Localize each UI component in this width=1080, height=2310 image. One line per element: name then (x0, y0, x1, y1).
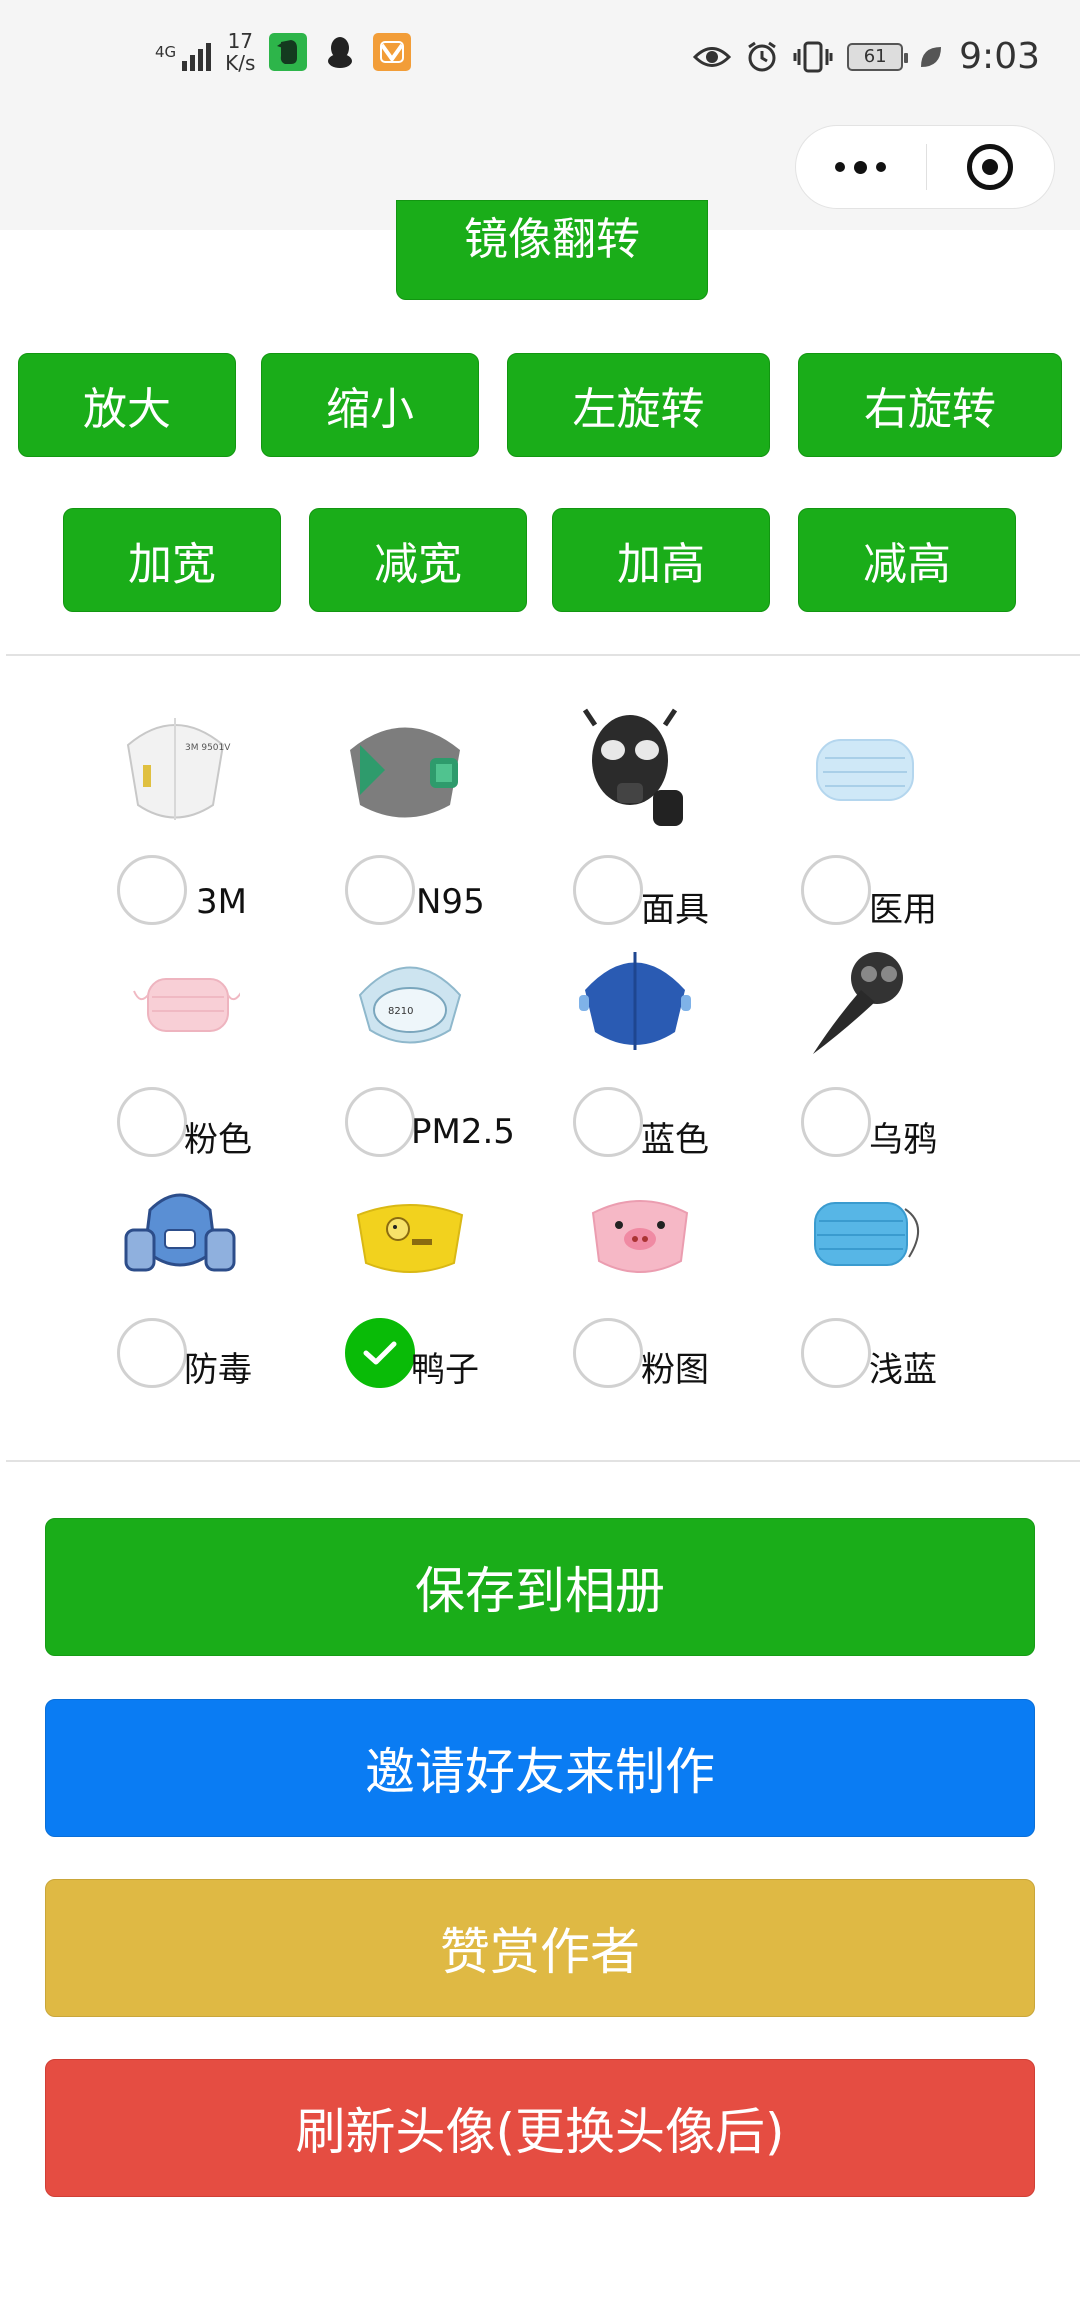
section-divider (6, 1460, 1080, 1462)
mask-label-medical: 医用 (869, 890, 937, 930)
eye-icon (693, 46, 732, 67)
speed-value: 17 (227, 29, 254, 53)
radio-blue[interactable] (573, 1087, 643, 1157)
miniprogram-capsule (795, 125, 1055, 209)
zoom-in-label: 放大 (83, 384, 171, 435)
mask-label-duck: 鸭子 (411, 1350, 479, 1390)
mask-label-light-blue: 浅蓝 (869, 1350, 937, 1390)
reward-author-button[interactable]: 赞赏作者 (45, 1879, 1035, 2017)
zoom-out-label: 缩小 (326, 384, 414, 435)
shorten-label: 减高 (863, 539, 951, 590)
mask-medical-image[interactable] (800, 705, 930, 835)
network-speed: 17 K/s (225, 30, 255, 74)
more-button[interactable] (796, 126, 926, 208)
mask-label-n95: N95 (416, 882, 485, 922)
speed-unit: K/s (225, 51, 256, 75)
mask-gas-mask-image[interactable] (570, 705, 700, 835)
close-miniprogram-button[interactable] (927, 126, 1055, 208)
radio-gas[interactable] (117, 1318, 187, 1388)
mirror-flip-label: 镜像翻转 (464, 214, 640, 265)
mask-light-blue-image[interactable] (800, 1170, 930, 1300)
target-icon (967, 144, 1014, 190)
radio-face-mask[interactable] (573, 855, 643, 925)
mask-duck-image[interactable] (345, 1170, 475, 1300)
narrow-button[interactable]: 减宽 (309, 508, 527, 612)
weibo-app-icon (373, 33, 412, 71)
radio-pig[interactable] (573, 1318, 643, 1388)
invite-friends-button[interactable]: 邀请好友来制作 (45, 1699, 1035, 1837)
mask-label-pink: 粉色 (184, 1120, 252, 1160)
mask-crow-image[interactable] (800, 935, 930, 1065)
reward-label: 赞赏作者 (440, 1923, 640, 1981)
check-icon (363, 1341, 397, 1365)
mask-blue-image[interactable] (570, 935, 700, 1065)
mask-n95-image[interactable] (340, 705, 470, 835)
mask-3m-image[interactable]: 3M 9501V (110, 705, 240, 835)
radio-pink[interactable] (117, 1087, 187, 1157)
rotate-left-label: 左旋转 (572, 384, 705, 435)
vibrate-icon (793, 41, 833, 72)
mask-label-3m: 3M (196, 882, 247, 922)
more-dot-icon (854, 160, 868, 174)
radio-duck-selected[interactable] (345, 1318, 415, 1388)
rotate-left-button[interactable]: 左旋转 (507, 353, 770, 457)
evernote-icon (269, 33, 308, 71)
radio-pm25[interactable] (345, 1087, 415, 1157)
battery-icon: 61 (847, 42, 909, 71)
svg-text:8210: 8210 (388, 1006, 413, 1017)
mask-pink-image[interactable] (120, 940, 250, 1070)
save-to-album-button[interactable]: 保存到相册 (45, 1518, 1035, 1656)
radio-medical[interactable] (801, 855, 871, 925)
section-divider (6, 654, 1080, 656)
rotate-right-button[interactable]: 右旋转 (798, 353, 1062, 457)
invite-label: 邀请好友来制作 (365, 1743, 715, 1801)
status-right: 61 9:03 (693, 36, 1040, 77)
svg-text:3M 9501V: 3M 9501V (185, 743, 231, 753)
radio-n95[interactable] (345, 855, 415, 925)
refresh-label: 刷新头像(更换头像后) (295, 2103, 785, 2161)
narrow-label: 减宽 (374, 539, 462, 590)
mask-pm25-image[interactable]: 8210 (345, 935, 475, 1065)
network-type: 4G (155, 42, 177, 61)
save-label: 保存到相册 (415, 1562, 665, 1620)
widen-button[interactable]: 加宽 (63, 508, 281, 612)
mask-pig-image[interactable] (575, 1170, 705, 1300)
radio-3m[interactable] (117, 855, 187, 925)
signal-icon: 4G (155, 33, 212, 71)
shorten-button[interactable]: 减高 (798, 508, 1016, 612)
radio-crow[interactable] (801, 1087, 871, 1157)
qq-icon (321, 33, 359, 71)
mask-gas-image[interactable] (115, 1170, 245, 1300)
widen-label: 加宽 (128, 539, 216, 590)
clock: 9:03 (959, 36, 1040, 77)
more-dot-icon (876, 162, 887, 172)
heighten-button[interactable]: 加高 (552, 508, 770, 612)
status-left: 4G 17 K/s (155, 30, 412, 74)
mask-label-blue: 蓝色 (641, 1120, 709, 1160)
zoom-out-button[interactable]: 缩小 (261, 353, 479, 457)
refresh-avatar-button[interactable]: 刷新头像(更换头像后) (45, 2059, 1035, 2197)
leaf-icon (921, 46, 942, 67)
heighten-label: 加高 (617, 539, 705, 590)
mirror-flip-button[interactable]: 镜像翻转 (396, 200, 708, 300)
mask-label-pig: 粉图 (641, 1350, 709, 1390)
battery-level: 61 (863, 46, 887, 67)
mask-label-gas: 防毒 (184, 1350, 252, 1390)
mask-label-pm25: PM2.5 (411, 1112, 515, 1152)
status-bar: 4G 17 K/s 61 9:03 (0, 0, 1080, 230)
rotate-right-label: 右旋转 (864, 384, 996, 435)
alarm-icon (748, 41, 776, 71)
more-dot-icon (835, 162, 846, 172)
zoom-in-button[interactable]: 放大 (18, 353, 236, 457)
mask-label-crow: 乌鸦 (869, 1120, 937, 1160)
radio-light-blue[interactable] (801, 1318, 871, 1388)
mask-label-face: 面具 (641, 890, 709, 930)
